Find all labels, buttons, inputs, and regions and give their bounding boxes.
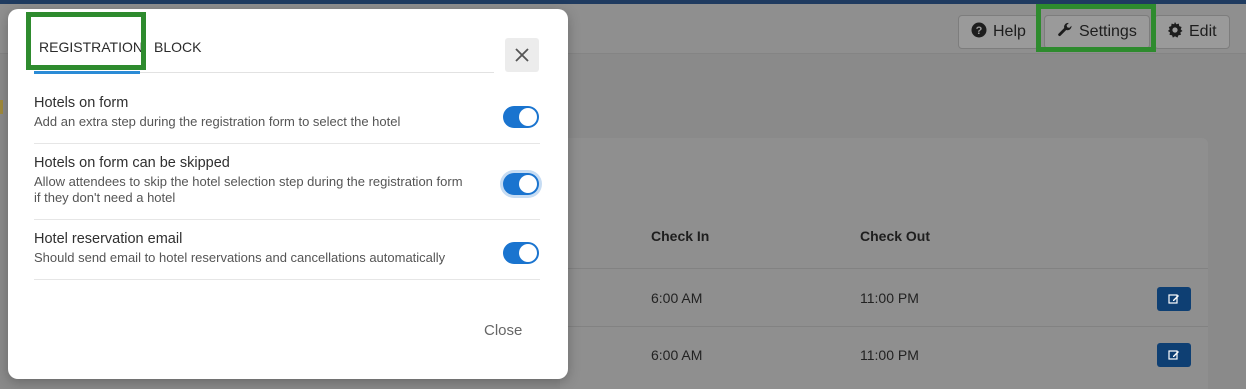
toggle-knob bbox=[519, 244, 537, 262]
help-label: Help bbox=[993, 23, 1026, 40]
tab-block[interactable]: BLOCK bbox=[154, 39, 201, 55]
row-2-check-in: 6:00 AM bbox=[651, 347, 703, 363]
reservation-email-toggle[interactable] bbox=[503, 242, 539, 264]
row-2-edit-button[interactable] bbox=[1157, 343, 1191, 367]
settings-label: Settings bbox=[1079, 23, 1137, 40]
close-icon bbox=[515, 48, 529, 62]
setting-reservation-email: Hotel reservation email Should send emai… bbox=[34, 231, 540, 266]
row-divider bbox=[560, 326, 1208, 327]
column-header-check-out: Check Out bbox=[860, 228, 931, 244]
row-2-check-out: 11:00 PM bbox=[860, 347, 919, 363]
column-header-check-in: Check In bbox=[651, 228, 710, 244]
question-circle-icon: ? bbox=[971, 22, 987, 43]
edit-icon bbox=[1168, 350, 1179, 360]
hotel-settings-modal: REGISTRATION BLOCK Hotels on form Add an… bbox=[8, 9, 568, 379]
help-button[interactable]: ? Help bbox=[958, 15, 1039, 49]
setting-hotels-on-form: Hotels on form Add an extra step during … bbox=[34, 95, 540, 130]
close-button[interactable]: Close bbox=[484, 322, 522, 339]
svg-text:?: ? bbox=[976, 25, 983, 37]
modal-tabs: REGISTRATION BLOCK bbox=[34, 35, 494, 74]
hotels-on-form-toggle[interactable] bbox=[503, 106, 539, 128]
tab-registration[interactable]: REGISTRATION bbox=[39, 39, 143, 55]
edit-icon bbox=[1168, 294, 1179, 304]
row-1-check-out: 11:00 PM bbox=[860, 290, 919, 306]
setting-description: Allow attendees to skip the hotel select… bbox=[34, 174, 463, 205]
row-divider bbox=[560, 268, 1208, 269]
toggle-knob bbox=[519, 175, 537, 193]
setting-description: Should send email to hotel reservations … bbox=[34, 250, 446, 265]
setting-title: Hotels on form can be skipped bbox=[34, 155, 230, 171]
toggle-knob bbox=[519, 108, 537, 126]
setting-divider bbox=[34, 219, 540, 220]
setting-hotels-skippable: Hotels on form can be skipped Allow atte… bbox=[34, 155, 540, 206]
setting-divider bbox=[34, 143, 540, 144]
hotels-skippable-toggle[interactable] bbox=[503, 173, 539, 195]
setting-divider bbox=[34, 279, 540, 280]
setting-title: Hotel reservation email bbox=[34, 231, 183, 247]
edit-button[interactable]: Edit bbox=[1154, 15, 1230, 49]
modal-close-button[interactable] bbox=[505, 38, 539, 72]
edit-label: Edit bbox=[1189, 23, 1217, 40]
row-1-check-in: 6:00 AM bbox=[651, 290, 703, 306]
wrench-icon bbox=[1057, 22, 1073, 43]
setting-description: Add an extra step during the registratio… bbox=[34, 114, 401, 129]
active-tab-indicator bbox=[34, 71, 140, 74]
gear-icon bbox=[1167, 21, 1183, 43]
row-1-edit-button[interactable] bbox=[1157, 287, 1191, 311]
setting-title: Hotels on form bbox=[34, 95, 129, 111]
side-marker bbox=[0, 100, 3, 114]
settings-button[interactable]: Settings bbox=[1044, 15, 1150, 49]
